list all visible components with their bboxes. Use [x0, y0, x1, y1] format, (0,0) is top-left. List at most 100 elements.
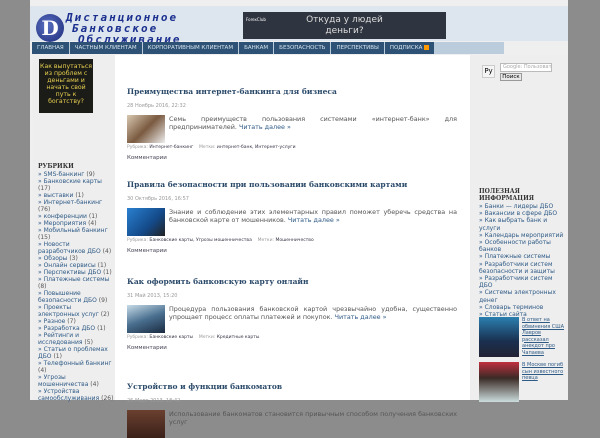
nav-private[interactable]: ЧАСТНЫМ КЛИЕНТАМ [69, 42, 142, 54]
useful-item[interactable]: » Разработчики систем безопасности и защ… [479, 261, 567, 275]
language-switch[interactable]: Ру [482, 65, 495, 78]
read-more-link[interactable]: Читать далее » [239, 123, 291, 131]
useful-link[interactable]: Как выбрать банк и услуги [479, 217, 547, 231]
rubric-item[interactable]: » Новости разработчиков ДБО (4) [38, 241, 114, 255]
read-more-link[interactable]: Читать далее » [288, 216, 340, 224]
post-thumbnail[interactable] [127, 305, 165, 333]
rubric-link[interactable]: Банковские карты [44, 178, 102, 185]
nav-corporate[interactable]: КОРПОРАТИВНЫМ КЛИЕНТАМ [142, 42, 239, 54]
post-tags[interactable]: Кредитные карты [217, 335, 260, 340]
post-rubrics[interactable]: Интернет-банкинг [149, 145, 193, 150]
nav-security[interactable]: БЕЗОПАСНОСТЬ [274, 42, 331, 54]
rubric-link[interactable]: Разработка ДБО [44, 325, 96, 332]
rubric-item[interactable]: » Рейтинги и исследования (5) [38, 332, 114, 346]
post-rubrics[interactable]: Банковские карты [149, 335, 193, 340]
news-link[interactable]: В ответ на обвинения США Лавров рассказа… [522, 317, 568, 357]
post-rubrics[interactable]: Банковские карты, Угрозы мошенничества [149, 238, 251, 243]
rubric-link[interactable]: выставки [44, 192, 74, 199]
post-tags[interactable]: Мошенничество [275, 238, 313, 243]
post-title[interactable]: Как оформить банковскую карту онлайн [127, 277, 457, 286]
useful-item[interactable]: » Платежные системы [479, 253, 567, 260]
rubrics-title: РУБРИКИ [38, 163, 74, 170]
useful-link[interactable]: Вакансии в сфере ДБО [485, 210, 558, 217]
rubric-link[interactable]: Интернет-банкинг [44, 199, 103, 206]
useful-item[interactable]: » Как выбрать банк и услуги [479, 217, 567, 231]
useful-link[interactable]: Банки — лидеры ДБО [485, 203, 554, 210]
nav-prospects[interactable]: ПЕРСПЕКТИВЫ [331, 42, 384, 54]
rubric-item[interactable]: » Телефонный банкинг (4) [38, 360, 114, 374]
comments-link[interactable]: Комментарии [127, 155, 457, 161]
rubric-link[interactable]: Мероприятия [44, 220, 87, 227]
rubric-link[interactable]: Проекты электронных услуг [38, 304, 99, 318]
rubric-link[interactable]: Платежные системы [44, 276, 110, 283]
rubric-link[interactable]: Статьи о проблемах ДБО [38, 346, 108, 360]
rubric-item[interactable]: » Интернет-банкинг (76) [38, 199, 114, 213]
rubric-item[interactable]: » SMS-банкинг (9) [38, 171, 114, 178]
rubric-link[interactable]: Повышение безопасности ДБО [38, 290, 97, 304]
rubric-link[interactable]: Рейтинги и исследования [38, 332, 83, 346]
post-tags[interactable]: интернет-банк, Интернет-услуги [217, 145, 296, 150]
rubric-item[interactable]: » Разработка ДБО (1) [38, 325, 114, 332]
rubric-link[interactable]: Мобильный банкинг [44, 227, 108, 234]
rubric-item[interactable]: » конференции (1) [38, 213, 114, 220]
rubric-item[interactable]: » Мобильный банкинг (15) [38, 227, 114, 241]
rubric-link[interactable]: конференции [44, 213, 87, 220]
search-button[interactable]: Поиск [500, 73, 522, 81]
post-title[interactable]: Преимущества интернет-банкинга для бизне… [127, 87, 457, 96]
rubric-item[interactable]: » Обзоры (3) [38, 255, 114, 262]
rubric-item[interactable]: » Перспективы ДБО (1) [38, 269, 114, 276]
useful-item[interactable]: » Вакансии в сфере ДБО [479, 210, 567, 217]
post-title[interactable]: Правила безопасности при пользовании бан… [127, 180, 457, 189]
promo-banner[interactable]: Как выпутаться из проблем с деньгами и н… [39, 59, 93, 113]
rubric-link[interactable]: Обзоры [44, 255, 68, 262]
read-more-link[interactable]: Читать далее » [335, 313, 387, 321]
news-item[interactable]: В ответ на обвинения США Лавров рассказа… [479, 317, 568, 357]
useful-link[interactable]: Разработчики систем безопасности и защит… [479, 261, 555, 275]
rubric-item[interactable]: » Платежные системы (8) [38, 276, 114, 290]
post-thumbnail[interactable] [127, 115, 165, 143]
rubric-item[interactable]: » Онлайн сервисы (1) [38, 262, 114, 269]
nav-home[interactable]: ГЛАВНАЯ [32, 42, 69, 54]
post-thumbnail[interactable] [127, 208, 165, 236]
useful-link[interactable]: Особенности работы банков [479, 239, 551, 253]
useful-item[interactable]: » Словарь терминов [479, 304, 567, 311]
useful-link[interactable]: Системы электронных денег [479, 289, 556, 303]
useful-link[interactable]: Платежные системы [485, 253, 551, 260]
useful-item[interactable]: » Разработчики систем ДБО [479, 275, 567, 289]
rubric-link[interactable]: Угрозы мошенничества [38, 374, 88, 388]
useful-link[interactable]: Словарь терминов [485, 304, 544, 311]
post-thumbnail[interactable] [127, 410, 165, 438]
useful-link[interactable]: Календарь мероприятий [485, 232, 564, 239]
comments-link[interactable]: Комментарии [127, 248, 457, 254]
useful-item[interactable]: » Системы электронных денег [479, 289, 567, 303]
rubric-link[interactable]: Онлайн сервисы [44, 262, 96, 269]
post-title[interactable]: Устройство и функции банкоматов [127, 382, 457, 391]
rubric-item[interactable]: » Банковские карты (17) [38, 178, 114, 192]
rubric-item[interactable]: » Повышение безопасности ДБО (9) [38, 290, 114, 304]
nav-banks[interactable]: БАНКАМ [239, 42, 274, 54]
rubric-link[interactable]: Новости разработчиков ДБО [38, 241, 101, 255]
news-item[interactable]: В Москве погиб сын известного певца [479, 362, 568, 402]
rubric-item[interactable]: » Угрозы мошенничества (4) [38, 374, 114, 388]
useful-item[interactable]: » Банки — лидеры ДБО [479, 203, 567, 210]
comments-link[interactable]: Комментарии [127, 345, 457, 351]
site-title[interactable]: Дистанционное Банковское Обслуживание [66, 12, 181, 45]
page: D Дистанционное Банковское Обслуживание … [30, 0, 568, 438]
rubric-link[interactable]: Разное [44, 318, 66, 325]
rubric-link[interactable]: SMS-банкинг [44, 171, 85, 178]
news-link[interactable]: В Москве погиб сын известного певца [522, 362, 568, 402]
rubric-item[interactable]: » Мероприятия (4) [38, 220, 114, 227]
ad-banner[interactable]: ForexClub Откуда у людей деньги? [243, 12, 446, 39]
rubric-link[interactable]: Перспективы ДБО [44, 269, 102, 276]
useful-link[interactable]: Разработчики систем ДБО [479, 275, 553, 289]
rubric-item[interactable]: » Разное (7) [38, 318, 114, 325]
search-input[interactable]: Google: Пользовательский поиск [500, 63, 552, 72]
useful-item[interactable]: » Особенности работы банков [479, 239, 567, 253]
logo-icon[interactable]: D [36, 14, 64, 42]
rubric-item[interactable]: » Проекты электронных услуг (2) [38, 304, 114, 318]
rubric-link[interactable]: Телефонный банкинг [44, 360, 112, 367]
useful-item[interactable]: » Календарь мероприятий [479, 232, 567, 239]
rubric-item[interactable]: » Статьи о проблемах ДБО (1) [38, 346, 114, 360]
rubric-item[interactable]: » выставки (1) [38, 192, 114, 199]
nav-subscribe[interactable]: ПОДПИСКА [384, 42, 435, 54]
